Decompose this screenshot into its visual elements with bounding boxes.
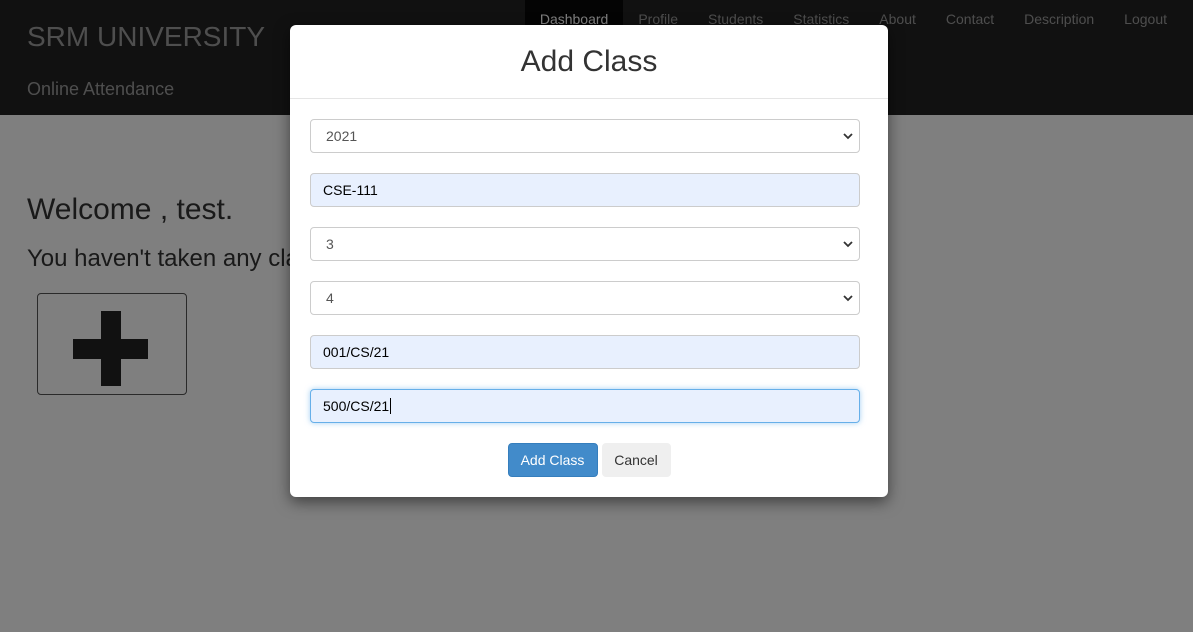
text-caret bbox=[390, 398, 392, 414]
chevron-down-icon bbox=[843, 295, 853, 302]
roll-start-value: 001/CS/21 bbox=[323, 344, 390, 360]
fourth-select-value: 4 bbox=[326, 290, 334, 306]
year-select[interactable]: 2021 bbox=[310, 119, 860, 153]
add-class-modal: Add Class 2021 CSE-111 3 4 001/CS/21 500… bbox=[290, 25, 888, 497]
course-code-value: CSE-111 bbox=[323, 182, 378, 198]
fourth-select[interactable]: 4 bbox=[310, 281, 860, 315]
course-code-input[interactable]: CSE-111 bbox=[310, 173, 860, 207]
cancel-button[interactable]: Cancel bbox=[601, 443, 671, 477]
chevron-down-icon bbox=[843, 241, 853, 248]
modal-title: Add Class bbox=[520, 44, 658, 78]
add-class-button[interactable]: Add Class bbox=[507, 443, 598, 477]
year-select-value: 2021 bbox=[326, 128, 358, 144]
roll-start-input[interactable]: 001/CS/21 bbox=[310, 335, 860, 369]
third-select[interactable]: 3 bbox=[310, 227, 860, 261]
roll-end-value: 500/CS/21 bbox=[323, 398, 390, 414]
modal-body: 2021 CSE-111 3 4 001/CS/21 500/CS/21 bbox=[310, 119, 860, 443]
roll-end-input[interactable]: 500/CS/21 bbox=[310, 389, 860, 423]
modal-header: Add Class bbox=[290, 25, 888, 99]
modal-footer: Add Class Cancel bbox=[290, 443, 888, 477]
chevron-down-icon bbox=[843, 133, 853, 140]
third-select-value: 3 bbox=[326, 236, 334, 252]
